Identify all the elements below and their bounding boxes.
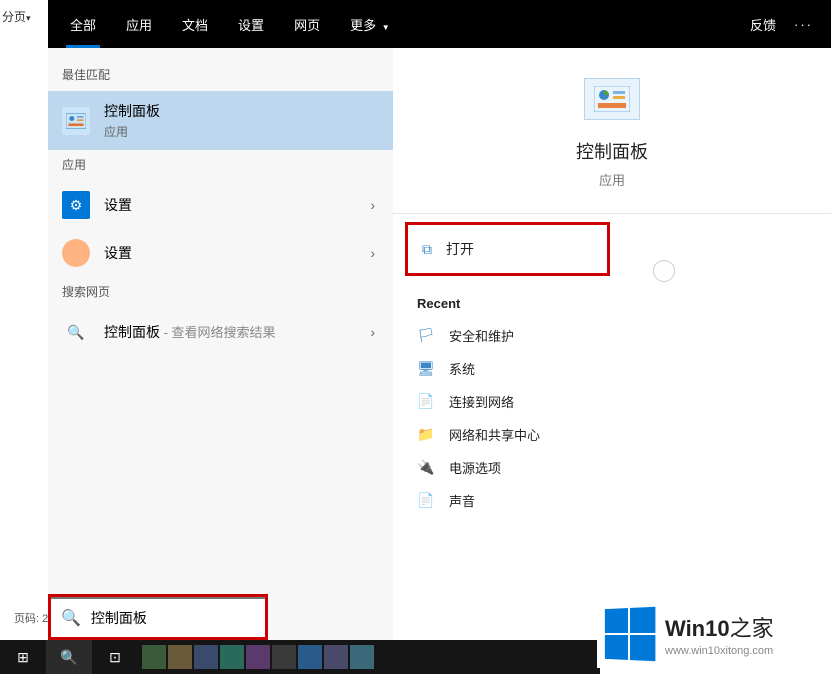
recent-item[interactable]: 🏳 安全和维护 <box>393 319 831 352</box>
gear-icon: ⚙ <box>62 191 90 219</box>
tab-settings[interactable]: 设置 <box>234 1 268 48</box>
taskbar-search-box[interactable]: 🔍 控制面板 <box>48 594 268 640</box>
preview-title: 控制面板 <box>393 138 831 164</box>
taskbar-app-icon[interactable] <box>246 645 270 669</box>
result-title: 控制面板 <box>104 101 160 121</box>
recent-item-text: 声音 <box>449 491 475 510</box>
preview-subtitle: 应用 <box>393 170 831 189</box>
open-icon: ⧉ <box>422 241 432 258</box>
search-tabs-bar: 全部 应用 文档 设置 网页 更多 ▼ 反馈 ··· <box>48 0 831 48</box>
taskbar-apps <box>142 645 374 669</box>
recent-item-text: 安全和维护 <box>449 326 514 345</box>
recent-item[interactable]: 📄 声音 <box>393 484 831 517</box>
recent-item-text: 网络和共享中心 <box>449 425 540 444</box>
taskbar-search-button[interactable]: 🔍 <box>46 640 92 674</box>
taskbar-app-icon[interactable] <box>194 645 218 669</box>
page-number-label: 页码: 2 <box>14 610 48 626</box>
chevron-right-icon: › <box>370 197 375 213</box>
recent-item-icon: 🏳 <box>417 327 435 344</box>
doc-page-label: 分页▾ <box>2 8 31 25</box>
taskbar-app-icon[interactable] <box>220 645 244 669</box>
recent-item[interactable]: 🔌 电源选项 <box>393 451 831 484</box>
tab-app[interactable]: 应用 <box>122 1 156 48</box>
control-panel-icon <box>62 107 90 135</box>
search-icon: 🔍 <box>61 608 81 628</box>
circle-icon <box>62 239 90 267</box>
result-settings-1[interactable]: ⚙ 设置 › <box>48 181 393 229</box>
taskbar-app-icon[interactable] <box>168 645 192 669</box>
recent-header: Recent <box>393 276 831 319</box>
chevron-right-icon: › <box>370 324 375 340</box>
taskbar-app-icon[interactable] <box>142 645 166 669</box>
tab-web[interactable]: 网页 <box>290 1 324 48</box>
recent-item-icon: 📁 <box>417 426 435 443</box>
section-apps: 应用 <box>48 150 393 181</box>
results-column: 最佳匹配 控制面板 应用 应用 ⚙ 设置 › 设置 › <box>48 48 393 640</box>
open-action[interactable]: ⧉ 打开 <box>405 222 610 276</box>
result-settings-2[interactable]: 设置 › <box>48 229 393 277</box>
watermark-logo: Win10之家 www.win10xitong.com <box>597 600 825 668</box>
windows-logo-icon <box>605 607 656 661</box>
taskbar-app-icon[interactable] <box>324 645 348 669</box>
taskbar-app-icon[interactable] <box>298 645 322 669</box>
expand-toggle-icon[interactable] <box>653 260 675 282</box>
preview-app-icon <box>584 78 640 120</box>
taskbar-app-icon[interactable] <box>272 645 296 669</box>
recent-item[interactable]: 📄 连接到网络 <box>393 385 831 418</box>
result-subtitle: 应用 <box>104 123 160 140</box>
chevron-down-icon: ▼ <box>382 23 390 32</box>
recent-item-text: 电源选项 <box>449 458 501 477</box>
recent-item-icon: 📄 <box>417 492 435 509</box>
divider <box>393 213 831 214</box>
section-best-match: 最佳匹配 <box>48 60 393 91</box>
search-icon: 🔍 <box>62 318 90 346</box>
recent-item-text: 系统 <box>449 359 475 378</box>
chevron-right-icon: › <box>370 245 375 261</box>
search-panel: 全部 应用 文档 设置 网页 更多 ▼ 反馈 ··· 最佳匹配 控制面板 应用 … <box>48 0 831 640</box>
start-button[interactable]: ⊞ <box>0 640 46 674</box>
tab-more[interactable]: 更多 ▼ <box>346 1 394 48</box>
result-control-panel[interactable]: 控制面板 应用 <box>48 91 393 150</box>
feedback-link[interactable]: 反馈 <box>750 15 776 34</box>
section-search-web: 搜索网页 <box>48 277 393 308</box>
more-options-icon[interactable]: ··· <box>794 17 813 32</box>
tab-doc[interactable]: 文档 <box>178 1 212 48</box>
recent-item-icon: 📄 <box>417 393 435 410</box>
search-input-text: 控制面板 <box>91 608 147 628</box>
preview-column: 控制面板 应用 ⧉ 打开 Recent 🏳 安全和维护 🖥 系统 📄 连接到网络 📁 网络和共… <box>393 48 831 640</box>
taskbar: ⊞ 🔍 ⊡ <box>0 640 600 674</box>
taskbar-app-icon[interactable] <box>350 645 374 669</box>
recent-item-icon: 🔌 <box>417 459 435 476</box>
recent-item[interactable]: 🖥 系统 <box>393 352 831 385</box>
result-web-search[interactable]: 🔍 控制面板 - 查看网络搜索结果 › <box>48 308 393 356</box>
recent-item-icon: 🖥 <box>417 360 435 377</box>
recent-item-text: 连接到网络 <box>449 392 514 411</box>
recent-item[interactable]: 📁 网络和共享中心 <box>393 418 831 451</box>
task-view-button[interactable]: ⊡ <box>92 640 138 674</box>
tab-all[interactable]: 全部 <box>66 1 100 48</box>
